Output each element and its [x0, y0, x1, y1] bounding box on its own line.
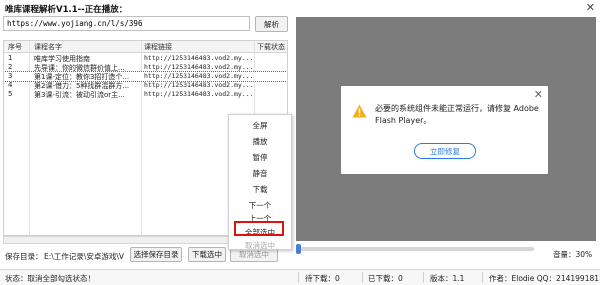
row-index: 3 [8, 72, 13, 80]
downloaded-count: 已下载：0 [368, 274, 403, 283]
header-link[interactable]: 课程链接 [144, 42, 172, 52]
choose-save-dir-button[interactable]: 选择保存目录 [130, 247, 182, 262]
status-divider [298, 272, 299, 283]
close-window-icon[interactable]: ✕ [586, 1, 595, 14]
row-name: 第3课-引流：被动引流or主... [34, 91, 125, 99]
menu-item-download[interactable]: 下载 [229, 184, 291, 196]
author-text: 作者：Elodie QQ：214199181 [489, 274, 600, 283]
row-index: 5 [8, 90, 13, 98]
menu-item-next[interactable]: 下一个 [229, 200, 291, 212]
row-link: http://1253146483.vod2.my... [144, 72, 252, 80]
parse-button[interactable]: 解析 [255, 16, 288, 32]
menu-item-pause[interactable]: 暂停 [229, 152, 291, 164]
save-dir-label: 保存目录： [5, 252, 43, 261]
row-index: 2 [8, 63, 13, 71]
pending-count: 待下载：0 [305, 274, 340, 283]
menu-item-fullscreen[interactable]: 全屏 [229, 120, 291, 132]
row-link: http://1253146483.vod2.my... [144, 54, 252, 62]
header-index[interactable]: 序号 [8, 42, 22, 52]
row-link: http://1253146483.vod2.my... [144, 90, 252, 98]
status-divider [482, 272, 483, 283]
select-all-highlight-box [234, 221, 284, 236]
table-row[interactable]: 1 唯库学习使用指南 http://1253146483.vod2.my... [4, 54, 287, 63]
volume-label[interactable]: 音量：30% [553, 249, 592, 260]
header-status[interactable]: 下载状态 [257, 42, 285, 52]
course-url-input[interactable] [3, 16, 250, 31]
status-text: 状态：取消全部勾选状态！ [5, 274, 95, 283]
menu-item-mute[interactable]: 静音 [229, 168, 291, 180]
version-text: 版本：1.1 [430, 274, 465, 283]
table-row[interactable]: 3 第1课-定位：教你3招打造个... http://1253146483.vo… [4, 71, 287, 82]
playback-progress-bar[interactable] [297, 247, 534, 251]
status-bar: 状态：取消全部勾选状态！ 待下载：0 已下载：0 版本：1.1 作者：Elodi… [0, 269, 600, 285]
row-index: 1 [8, 54, 13, 62]
context-menu: 全屏 播放 暂停 静音 下载 下一个 上一个 全部选中 取消选中 [228, 114, 292, 250]
table-row[interactable]: 5 第3课-引流：被动引流or主... http://1253146483.vo… [4, 90, 287, 99]
repair-now-button[interactable]: 立即修复 [414, 143, 476, 159]
flash-error-message: 必要的系统组件未能正常运行，请修复 Adobe Flash Player。 [375, 104, 539, 125]
table-header: 序号 课程名字 课程链接 下载状态 [4, 41, 287, 53]
table-row[interactable]: 4 第2课-借力：5种找群混群方... http://1253146483.vo… [4, 81, 287, 90]
download-selected-button[interactable]: 下载选中 [188, 247, 226, 262]
header-name[interactable]: 课程名字 [34, 42, 62, 52]
table-row[interactable]: 2 先导课：你的微信群价值上... http://1253146483.vod2… [4, 63, 287, 72]
status-divider [362, 272, 363, 283]
window-title: 唯库课程解析V1.1--正在播放： [5, 5, 128, 15]
status-divider [423, 272, 424, 283]
menu-item-play[interactable]: 播放 [229, 136, 291, 148]
warning-icon [352, 104, 367, 118]
flash-error-dialog: ✕ 必要的系统组件未能正常运行，请修复 Adobe Flash Player。 … [341, 86, 548, 174]
close-icon[interactable]: ✕ [534, 88, 543, 101]
row-link: http://1253146483.vod2.my... [144, 81, 252, 89]
progress-handle[interactable] [296, 244, 301, 254]
title-bar: 唯库课程解析V1.1--正在播放： ✕ [0, 0, 600, 16]
row-index: 4 [8, 81, 13, 89]
row-link: http://1253146483.vod2.my... [144, 63, 252, 71]
save-dir-path: E:\工作记录\安卓游戏\V [44, 252, 124, 261]
menu-item-deselect[interactable]: 取消选中 [229, 240, 291, 252]
